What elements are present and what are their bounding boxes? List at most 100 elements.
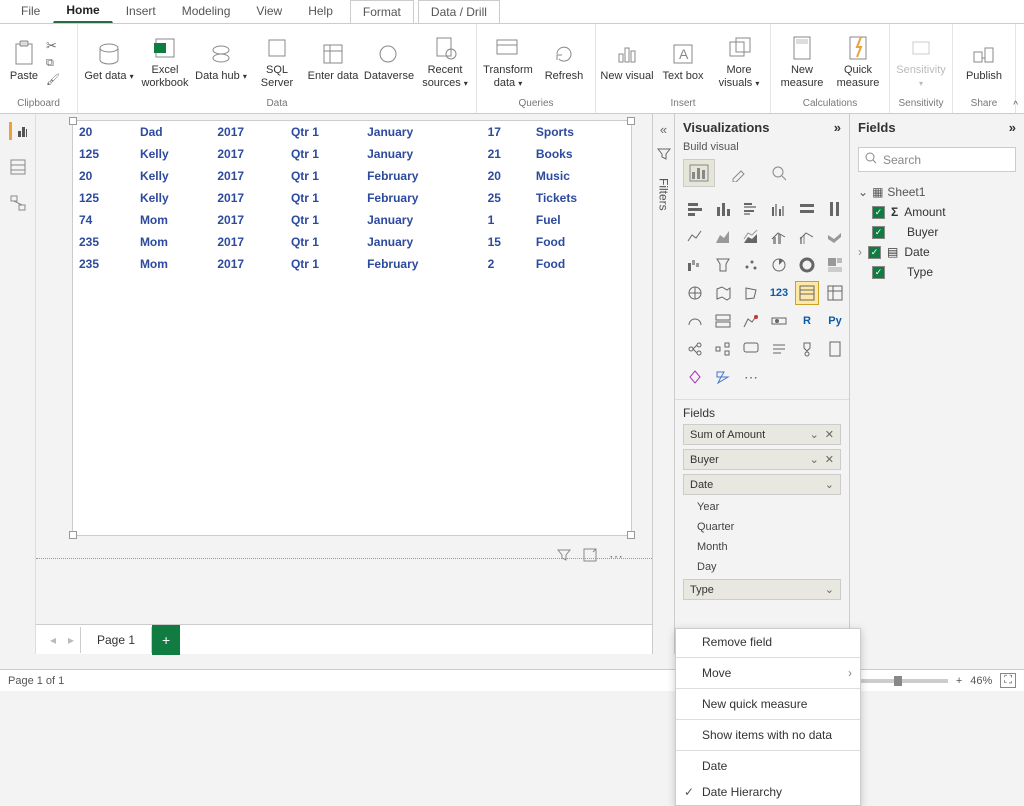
tab-help[interactable]: Help [295, 0, 346, 23]
field-amount[interactable]: ✓ΣAmount [858, 202, 1016, 222]
transform-data-button[interactable]: Transform data ▾ [481, 27, 535, 97]
py-visual-icon[interactable]: Py [823, 309, 847, 333]
remove-field-icon[interactable]: ✕ [825, 428, 834, 441]
field-buyer[interactable]: ✓Buyer [858, 222, 1016, 242]
data-hub-button[interactable]: Data hub ▾ [194, 27, 248, 97]
fit-to-page-button[interactable]: ⛶ [1000, 673, 1016, 688]
tab-format[interactable]: Format [350, 0, 414, 23]
filter-icon[interactable] [557, 548, 571, 565]
resize-handle-tr[interactable] [627, 117, 635, 125]
line-stacked-col-icon[interactable] [767, 225, 791, 249]
quick-measure-button[interactable]: Quick measure [831, 27, 885, 97]
tree-table-sheet1[interactable]: ⌄▦Sheet1 [858, 182, 1016, 202]
analytics-tab[interactable] [763, 159, 795, 187]
slicer-icon[interactable] [767, 309, 791, 333]
ctx-date[interactable]: Date [676, 753, 860, 779]
treemap-icon[interactable] [823, 253, 847, 277]
scatter-icon[interactable] [739, 253, 763, 277]
add-page-button[interactable]: + [152, 625, 180, 655]
data-view-icon[interactable] [9, 158, 27, 176]
donut-icon[interactable] [795, 253, 819, 277]
paginated-icon[interactable] [823, 337, 847, 361]
chevron-down-icon[interactable]: ⌄ [810, 453, 819, 466]
get-more-visuals-icon[interactable]: ⋯ [739, 365, 763, 389]
resize-handle-bl[interactable] [69, 531, 77, 539]
fields-search-input[interactable]: Search [858, 147, 1016, 172]
excel-button[interactable]: Excel workbook [138, 27, 192, 97]
filters-pane-collapsed[interactable]: « Filters [652, 114, 674, 654]
ctx-date-hierarchy[interactable]: ✓Date Hierarchy [676, 779, 860, 805]
expand-filters-icon[interactable]: « [660, 122, 667, 137]
resize-handle-tl[interactable] [69, 117, 77, 125]
field-type[interactable]: ✓Type [858, 262, 1016, 282]
chevron-down-icon[interactable]: ⌄ [825, 478, 834, 491]
tab-modeling[interactable]: Modeling [169, 0, 244, 23]
zoom-in-button[interactable]: + [956, 675, 962, 687]
format-visual-tab[interactable] [723, 159, 755, 187]
pie-icon[interactable] [767, 253, 791, 277]
page-next-button[interactable]: ▸ [62, 633, 80, 647]
chevron-down-icon[interactable]: ⌄ [810, 428, 819, 441]
qa-icon[interactable] [739, 337, 763, 361]
decomp-tree-icon[interactable] [711, 337, 735, 361]
narrative-icon[interactable] [767, 337, 791, 361]
table-visual[interactable]: 20Dad2017Qtr 1January17Sports125Kelly201… [72, 120, 632, 536]
gauge-icon[interactable] [683, 309, 707, 333]
stacked-area-icon[interactable] [739, 225, 763, 249]
checkbox-checked-icon[interactable]: ✓ [868, 246, 881, 259]
page-tab-1[interactable]: Page 1 [80, 627, 152, 653]
sql-server-button[interactable]: SQL Server [250, 27, 304, 97]
multirow-card-icon[interactable] [711, 309, 735, 333]
recent-sources-button[interactable]: Recent sources ▾ [418, 27, 472, 97]
resize-handle-br[interactable] [627, 531, 635, 539]
zoom-slider[interactable] [848, 679, 948, 683]
page-prev-button[interactable]: ◂ [44, 633, 62, 647]
tab-insert[interactable]: Insert [113, 0, 169, 23]
text-box-button[interactable]: AText box [656, 27, 710, 97]
tab-file[interactable]: File [8, 0, 53, 23]
copy-icon[interactable]: ⧉ [46, 57, 60, 70]
tab-datadrill[interactable]: Data / Drill [418, 0, 500, 23]
goals-icon[interactable] [795, 337, 819, 361]
powerapps-icon[interactable] [683, 365, 707, 389]
key-influencers-icon[interactable] [683, 337, 707, 361]
collapse-ribbon-button[interactable]: ^ [1013, 100, 1018, 111]
report-view-icon[interactable] [9, 122, 27, 140]
checkbox-checked-icon[interactable]: ✓ [872, 206, 885, 219]
chevron-down-icon[interactable]: ⌄ [825, 583, 834, 596]
well-date-month[interactable]: Month [683, 539, 841, 555]
hundred-column-icon[interactable] [823, 197, 847, 221]
format-painter-icon[interactable]: 🖌 [46, 73, 60, 86]
powerautomate-icon[interactable] [711, 365, 735, 389]
ctx-move[interactable]: Move› [676, 660, 860, 686]
field-date[interactable]: ›✓▤Date [858, 242, 1016, 262]
dataverse-button[interactable]: Dataverse [362, 27, 416, 97]
stacked-column-icon[interactable] [711, 197, 735, 221]
map-icon[interactable] [683, 281, 707, 305]
clustered-bar-icon[interactable] [739, 197, 763, 221]
ctx-show-items-no-data[interactable]: Show items with no data [676, 722, 860, 748]
report-canvas[interactable]: 20Dad2017Qtr 1January17Sports125Kelly201… [36, 114, 652, 654]
paste-button[interactable]: Paste [4, 27, 44, 97]
card-icon[interactable]: 123 [767, 281, 791, 305]
new-visual-button[interactable]: New visual [600, 27, 654, 97]
ctx-remove-field[interactable]: Remove field [676, 629, 860, 655]
cut-icon[interactable]: ✂ [46, 38, 60, 54]
checkbox-checked-icon[interactable]: ✓ [872, 266, 885, 279]
clustered-column-icon[interactable] [767, 197, 791, 221]
r-visual-icon[interactable]: R [795, 309, 819, 333]
get-data-button[interactable]: Get data ▾ [82, 27, 136, 97]
more-visuals-button[interactable]: More visuals ▾ [712, 27, 766, 97]
publish-button[interactable]: Publish [957, 27, 1011, 97]
remove-field-icon[interactable]: ✕ [825, 453, 834, 466]
more-options-icon[interactable]: ⋯ [609, 548, 623, 565]
area-chart-icon[interactable] [711, 225, 735, 249]
table-icon[interactable] [795, 281, 819, 305]
funnel-icon[interactable] [711, 253, 735, 277]
collapse-vis-pane-icon[interactable]: » [834, 120, 841, 135]
well-date-year[interactable]: Year [683, 499, 841, 515]
focus-mode-icon[interactable] [583, 548, 597, 565]
tab-view[interactable]: View [243, 0, 295, 23]
well-date-day[interactable]: Day [683, 559, 841, 575]
filled-map-icon[interactable] [711, 281, 735, 305]
